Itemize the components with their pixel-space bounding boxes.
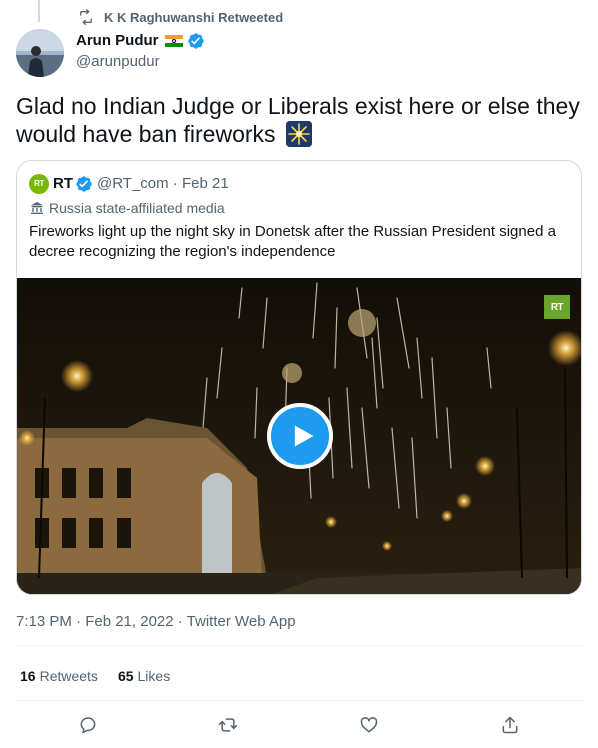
verified-badge-icon <box>76 176 92 192</box>
thread-connector-line <box>38 0 40 22</box>
retweets-label: Retweets <box>39 668 98 684</box>
retweet-button[interactable] <box>215 712 241 738</box>
share-icon <box>502 716 518 734</box>
retweet-context[interactable]: K K Raghuwanshi Retweeted <box>78 9 283 25</box>
retweet-label: K K Raghuwanshi Retweeted <box>104 9 284 25</box>
tweet-text: Glad no Indian Judge or Liberals exist h… <box>16 92 582 148</box>
rt-watermark: RT <box>544 295 570 319</box>
quoted-tweet-header: RT RT @RT_com · Feb 21 <box>29 174 229 194</box>
quoted-tweet-card[interactable]: RT RT @RT_com · Feb 21 Russia state-affi… <box>16 160 582 595</box>
reply-icon <box>80 717 96 734</box>
divider <box>16 645 582 646</box>
india-flag-icon <box>164 35 183 47</box>
author-name[interactable]: Arun Pudur <box>76 31 159 51</box>
likes-count: 65 <box>117 668 134 684</box>
state-media-label[interactable]: Russia state-affiliated media <box>29 198 225 218</box>
share-button[interactable] <box>497 712 523 738</box>
retweet-icon <box>80 9 92 25</box>
state-media-text: Russia state-affiliated media <box>49 200 225 216</box>
like-button[interactable] <box>356 712 382 738</box>
verified-badge-icon <box>187 33 204 49</box>
rt-avatar[interactable]: RT <box>29 174 49 194</box>
likes-stat[interactable]: 65 Likes <box>118 666 170 686</box>
quoted-tweet-text: Fireworks light up the night sky in Done… <box>29 223 556 260</box>
author-block: Arun Pudur @arunpudur <box>76 31 205 72</box>
retweets-count: 16 <box>20 668 36 684</box>
reply-button[interactable] <box>75 712 101 738</box>
divider <box>16 700 582 701</box>
tweet-timestamp[interactable]: 7:13 PM · Feb 21, 2022 · Twitter Web App <box>16 612 296 632</box>
state-media-icon <box>31 202 43 214</box>
likes-label: Likes <box>137 668 171 684</box>
engagement-stats: 16 Retweets 65 Likes <box>20 666 170 686</box>
fireworks-emoji-icon <box>285 121 312 147</box>
quoted-handle-date: @RT_com · Feb 21 <box>97 175 229 192</box>
action-bar <box>0 712 598 738</box>
avatar[interactable] <box>16 29 64 77</box>
play-icon <box>294 425 313 447</box>
author-handle[interactable]: @arunpudur <box>76 52 205 72</box>
retweet-icon <box>218 718 238 732</box>
quoted-author-name[interactable]: RT <box>53 174 73 194</box>
retweets-stat[interactable]: 16 Retweets <box>20 666 98 686</box>
video-player[interactable]: RT <box>17 278 581 594</box>
like-icon <box>360 717 378 733</box>
play-button[interactable] <box>267 403 333 469</box>
